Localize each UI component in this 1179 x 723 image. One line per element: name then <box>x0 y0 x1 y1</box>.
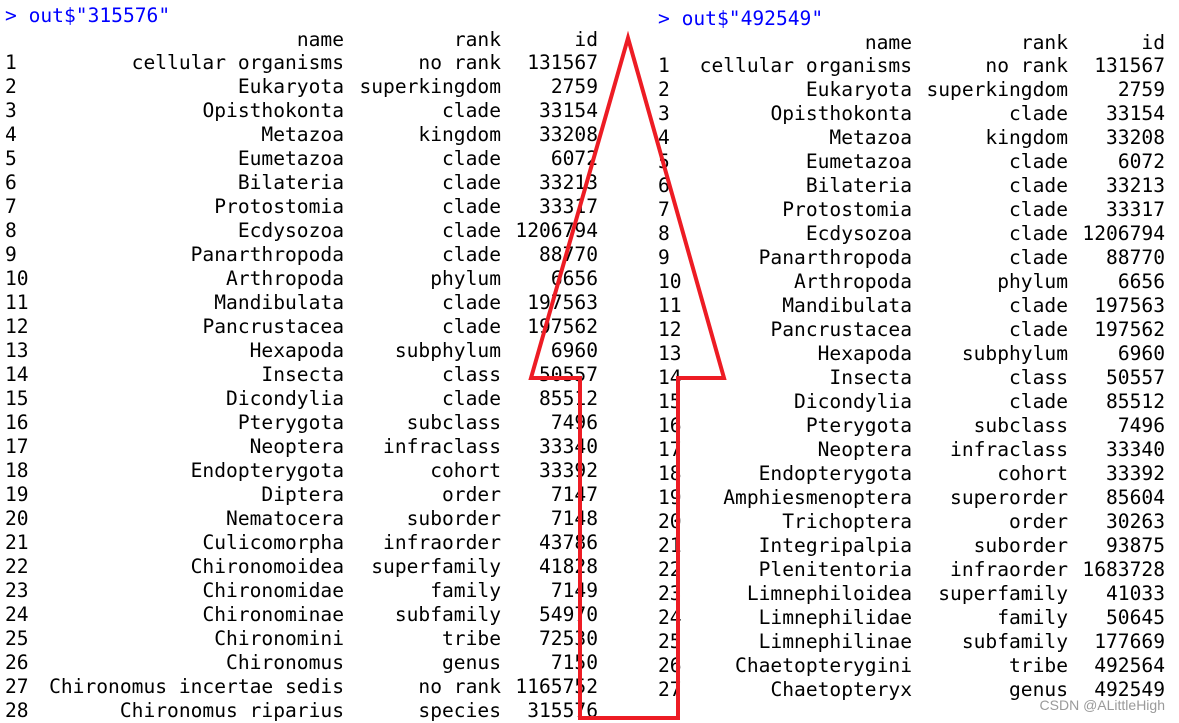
watermark: CSDN @ALittleHigh <box>1039 697 1165 713</box>
red-up-arrow-annotation <box>528 30 727 720</box>
